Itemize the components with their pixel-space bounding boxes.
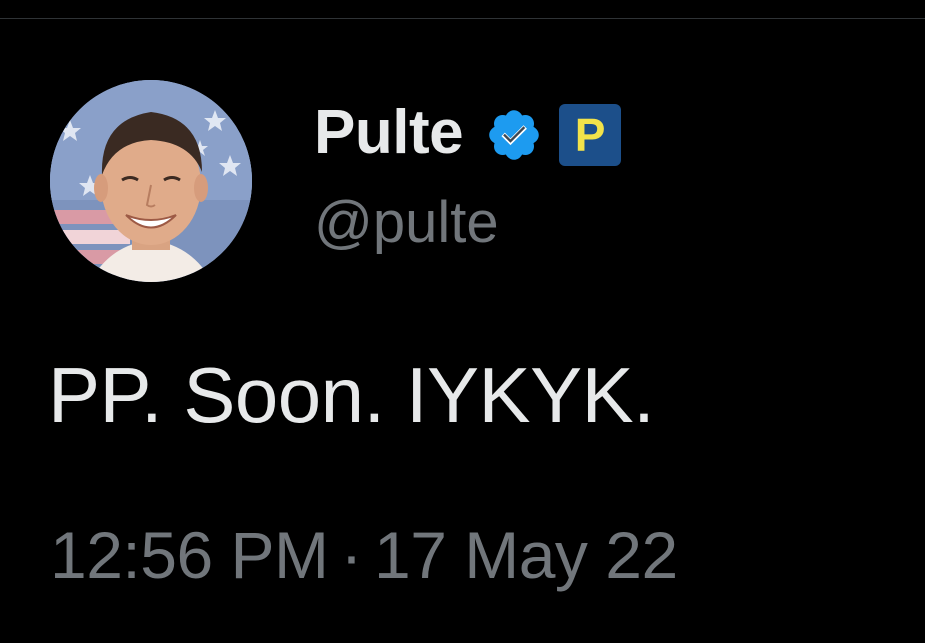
tweet-timestamp: 12:56 PM · 17 May 22 xyxy=(50,515,678,595)
avatar-image xyxy=(50,80,252,282)
author-display-name[interactable]: Pulte xyxy=(314,98,464,168)
author-handle[interactable]: @pulte xyxy=(314,188,499,258)
verified-badge-icon[interactable] xyxy=(485,106,543,164)
affiliate-badge[interactable]: P xyxy=(559,104,622,166)
top-divider xyxy=(0,18,925,19)
tweet-date[interactable]: 17 May 22 xyxy=(374,518,678,592)
tweet-text: PP. Soon. IYKYK. xyxy=(48,351,655,439)
timestamp-separator: · xyxy=(340,518,363,592)
author-name-row: Pulte P xyxy=(314,98,622,168)
avatar[interactable] xyxy=(50,80,252,282)
tweet-time[interactable]: 12:56 PM xyxy=(50,518,329,592)
